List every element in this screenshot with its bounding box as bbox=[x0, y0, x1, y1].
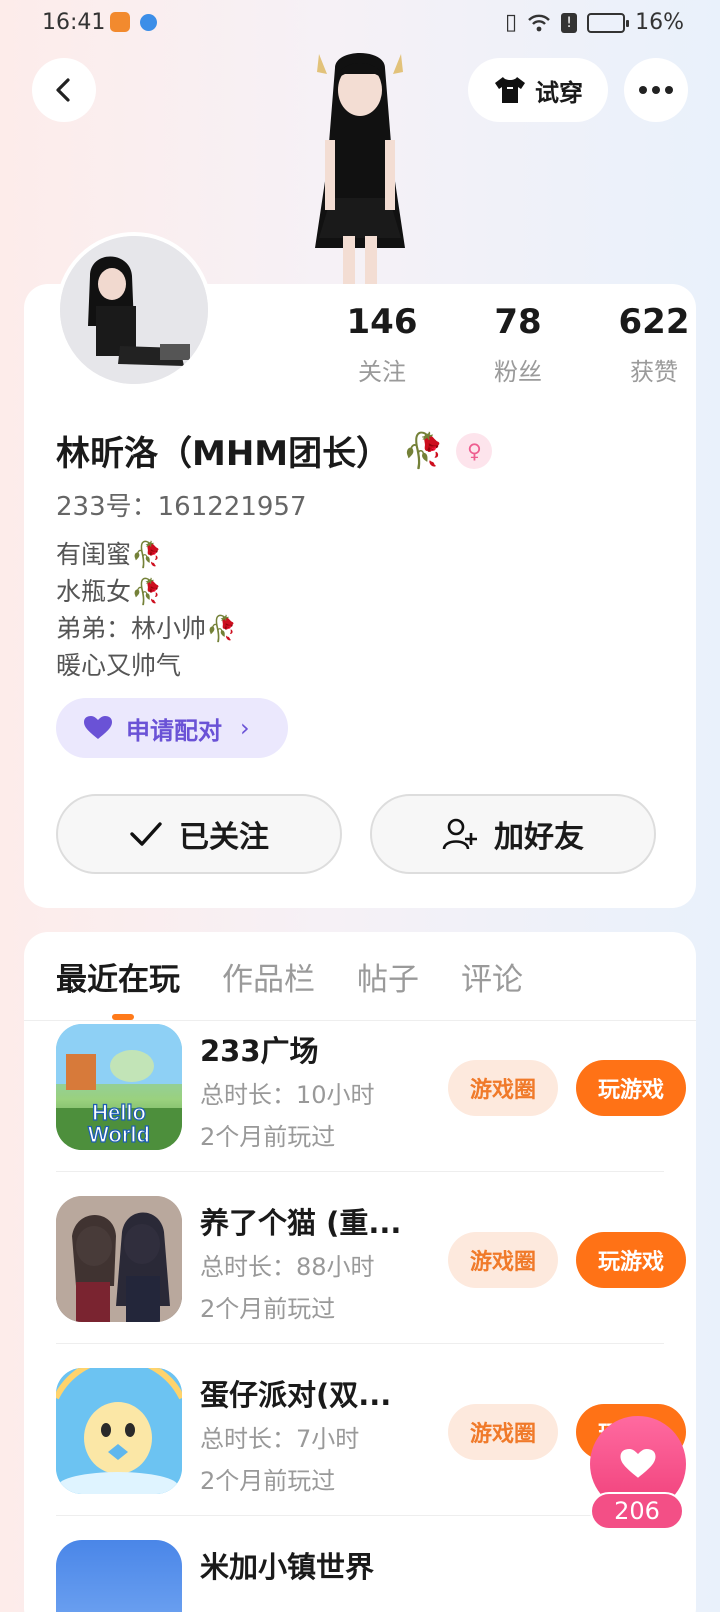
tab-recently-played[interactable]: 最近在玩 bbox=[56, 954, 180, 999]
user-id[interactable]: 233号：161221957 bbox=[56, 486, 307, 523]
profile-name: 林昕洛（MHM团长） bbox=[56, 434, 391, 474]
apply-pair-button[interactable]: 申请配对 › bbox=[56, 698, 288, 758]
likes-count: 622 bbox=[618, 302, 690, 342]
game-duration: 总时长：10小时 bbox=[200, 1081, 375, 1109]
followed-label: 已关注 bbox=[179, 820, 269, 855]
apply-pair-label: 申请配对 bbox=[126, 716, 222, 745]
tab-works[interactable]: 作品栏 bbox=[222, 954, 315, 999]
like-count-badge: 206 bbox=[590, 1492, 684, 1530]
game-title: 养了个猫 (重... bbox=[200, 1206, 402, 1240]
svg-text:World: World bbox=[88, 1122, 150, 1147]
avatar-image bbox=[60, 236, 208, 384]
game-icon-eggy-party bbox=[56, 1368, 182, 1494]
back-arrow-icon bbox=[56, 78, 70, 102]
notification-browser-icon bbox=[140, 14, 157, 31]
game-icon-cat bbox=[56, 1196, 182, 1322]
bio-line: 弟弟：林小帅🥀 bbox=[56, 614, 238, 643]
profile-avatar[interactable] bbox=[56, 232, 212, 388]
chevron-right-icon: › bbox=[240, 714, 250, 742]
more-button[interactable] bbox=[624, 58, 688, 122]
eggy-character-icon bbox=[56, 1368, 182, 1494]
add-friend-label: 加好友 bbox=[494, 820, 584, 855]
status-right: ▯ ! 16% bbox=[505, 10, 684, 35]
status-time: 16:41 bbox=[42, 10, 106, 35]
alert-icon: ! bbox=[561, 12, 578, 33]
heart-icon bbox=[620, 1449, 656, 1478]
try-on-button[interactable]: 试穿 bbox=[468, 58, 608, 122]
game-meta: 总时长：7小时 2个月前玩过 bbox=[200, 1418, 359, 1502]
game-meta: 总时长：88小时 2个月前玩过 bbox=[200, 1246, 375, 1330]
game-last-played: 2个月前玩过 bbox=[200, 1467, 336, 1495]
profile-name-row: 林昕洛（MHM团长） 🥀 ♀ bbox=[56, 426, 493, 475]
back-button[interactable] bbox=[32, 58, 96, 122]
game-art-icon bbox=[56, 1196, 182, 1322]
followed-button[interactable]: 已关注 bbox=[56, 794, 342, 874]
stat-fans[interactable]: 78 粉丝 bbox=[450, 302, 586, 387]
bio-line: 水瓶女🥀 bbox=[56, 577, 163, 606]
game-icon-233-square: Hello World bbox=[56, 1024, 182, 1150]
tab-posts[interactable]: 帖子 bbox=[357, 954, 419, 999]
wilted-rose-emoji: 🥀 bbox=[402, 430, 445, 471]
hello-world-logo: Hello World bbox=[56, 1024, 182, 1150]
wifi-icon bbox=[528, 14, 550, 31]
profile-stats: 146 关注 78 粉丝 622 获赞 bbox=[314, 302, 720, 387]
tshirt-icon bbox=[495, 77, 525, 103]
stat-following[interactable]: 146 关注 bbox=[314, 302, 450, 387]
add-user-icon bbox=[442, 818, 477, 850]
game-duration: 总时长：88小时 bbox=[200, 1253, 375, 1281]
game-row[interactable]: 蛋仔派对(双... 总时长：7小时 2个月前玩过 游戏圈 玩游戏 bbox=[56, 1344, 686, 1516]
game-row[interactable]: Hello World 233广场 总时长：10小时 2个月前玩过 游戏圈 玩游… bbox=[56, 1000, 686, 1172]
battery-icon bbox=[587, 12, 630, 33]
try-on-label: 试穿 bbox=[535, 78, 583, 107]
game-duration: 总时长：7小时 bbox=[200, 1425, 360, 1453]
battery-percent: 16% bbox=[635, 10, 684, 35]
avatar-3d-figure[interactable] bbox=[275, 48, 445, 284]
game-circle-button[interactable]: 游戏圈 bbox=[448, 1060, 558, 1116]
fans-count: 78 bbox=[494, 302, 542, 342]
status-bar: 16:41 ▯ ! 16% bbox=[0, 0, 720, 48]
game-title: 米加小镇世界 bbox=[200, 1550, 375, 1584]
game-title: 蛋仔派对(双... bbox=[200, 1378, 392, 1412]
game-last-played: 2个月前玩过 bbox=[200, 1123, 336, 1151]
fans-label: 粉丝 bbox=[494, 358, 542, 386]
bio-line: 有闺蜜🥀 bbox=[56, 540, 163, 569]
game-circle-button[interactable]: 游戏圈 bbox=[448, 1404, 558, 1460]
game-title: 233广场 bbox=[200, 1034, 319, 1068]
game-meta: 总时长：10小时 2个月前玩过 bbox=[200, 1074, 375, 1158]
game-row[interactable]: 养了个猫 (重... 总时长：88小时 2个月前玩过 游戏圈 玩游戏 bbox=[56, 1172, 686, 1344]
game-row[interactable]: 米加小镇世界 bbox=[56, 1516, 664, 1612]
notification-app-icon bbox=[110, 12, 130, 32]
game-last-played: 2个月前玩过 bbox=[200, 1295, 336, 1323]
game-circle-button[interactable]: 游戏圈 bbox=[448, 1232, 558, 1288]
more-dots-icon bbox=[639, 86, 673, 94]
following-label: 关注 bbox=[358, 358, 406, 386]
add-friend-button[interactable]: 加好友 bbox=[370, 794, 656, 874]
following-count: 146 bbox=[346, 302, 418, 342]
vibrate-icon: ▯ bbox=[504, 10, 518, 35]
bio-line: 暖心又帅气 bbox=[56, 651, 182, 680]
play-game-button[interactable]: 玩游戏 bbox=[576, 1232, 686, 1288]
profile-tabs: 最近在玩 作品栏 帖子 评论 bbox=[56, 954, 523, 999]
game-icon-miga-town bbox=[56, 1540, 182, 1612]
stat-likes[interactable]: 622 获赞 bbox=[586, 302, 720, 387]
check-icon bbox=[130, 822, 162, 846]
female-gender-icon: ♀ bbox=[456, 432, 493, 469]
heart-icon bbox=[84, 716, 112, 739]
play-game-button[interactable]: 玩游戏 bbox=[576, 1060, 686, 1116]
profile-bio: 有闺蜜🥀 水瓶女🥀 弟弟：林小帅🥀 暖心又帅气 bbox=[56, 536, 237, 684]
likes-label: 获赞 bbox=[630, 358, 678, 386]
tab-comments[interactable]: 评论 bbox=[461, 954, 523, 999]
